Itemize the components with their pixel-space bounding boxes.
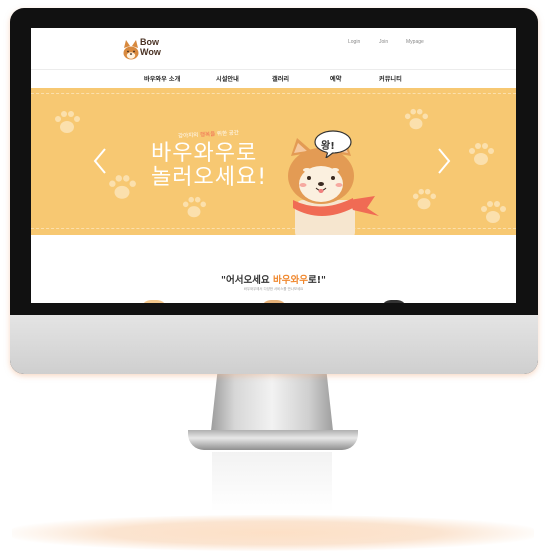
desk-glow	[12, 515, 534, 551]
bubble-text: 왕!	[321, 141, 335, 152]
stand-reflection	[212, 452, 332, 512]
paw-icon	[404, 108, 428, 130]
paw-icon	[412, 188, 436, 210]
mypage-link[interactable]: Mypage	[406, 39, 424, 45]
paw-icon	[55, 111, 80, 133]
logo-text-bow: Bow	[140, 37, 159, 47]
welcome-text-close: 로!"	[307, 275, 326, 286]
main-nav: 바우와우 소개 시설안내 갤러리 예약 커뮤니티	[31, 69, 516, 87]
paw-icon	[182, 196, 206, 218]
paw-icon	[481, 201, 506, 223]
join-link[interactable]: Join	[379, 39, 388, 45]
nav-item-facilities[interactable]: 시설안내	[216, 74, 239, 83]
monitor-chin	[10, 315, 538, 374]
welcome-text-open: "어서오세요	[221, 275, 273, 286]
banner-subtitle-highlight: 행복을	[199, 131, 216, 139]
feature-circle[interactable]	[381, 300, 407, 303]
logo-text-wow: Wow	[140, 47, 161, 57]
headline-line-1: 바우와우로	[151, 141, 258, 166]
nav-item-community[interactable]: 커뮤니티	[379, 74, 402, 83]
paw-icon	[109, 175, 136, 199]
feature-circle[interactable]	[141, 300, 167, 303]
nav-item-gallery[interactable]: 갤러리	[272, 74, 289, 83]
banner-subtitle-suffix: 위한 공간	[215, 130, 240, 138]
website-screen: Bow Wow Login Join Mypage 바우와우 소개 시설안내 갤…	[31, 28, 516, 303]
dog-logo-icon	[123, 40, 139, 60]
monitor-stand-base	[188, 430, 358, 450]
banner-dash-top	[31, 93, 516, 94]
chevron-right-icon[interactable]	[437, 148, 451, 174]
headline-line-2: 놀러오세요!	[151, 165, 268, 190]
paw-icon	[469, 143, 494, 165]
feature-circle[interactable]	[261, 300, 287, 303]
nav-item-about[interactable]: 바우와우 소개	[144, 74, 180, 83]
login-link[interactable]: Login	[348, 39, 360, 45]
nav-item-reservation[interactable]: 예약	[330, 74, 341, 83]
welcome-highlight: 바우와우	[272, 275, 308, 286]
banner-subtitle: 강아지의 행복을 위한 공간	[178, 128, 239, 139]
banner-headline: 바우와우로 놀러오세요!	[151, 142, 267, 190]
banner-subtitle-prefix: 강아지의	[177, 132, 201, 140]
welcome-heading: "어서오세요 바우와우로!"	[31, 272, 516, 286]
banner-dash-bottom	[31, 228, 516, 229]
welcome-subtext: 바우와우에서 다양한 서비스를 만나보세요	[243, 287, 304, 291]
chevron-left-icon[interactable]	[93, 148, 107, 174]
hero-banner: 강아지의 행복을 위한 공간 바우와우로 놀러오세요! 왕!	[31, 88, 516, 235]
site-logo[interactable]: Bow Wow	[121, 36, 181, 66]
